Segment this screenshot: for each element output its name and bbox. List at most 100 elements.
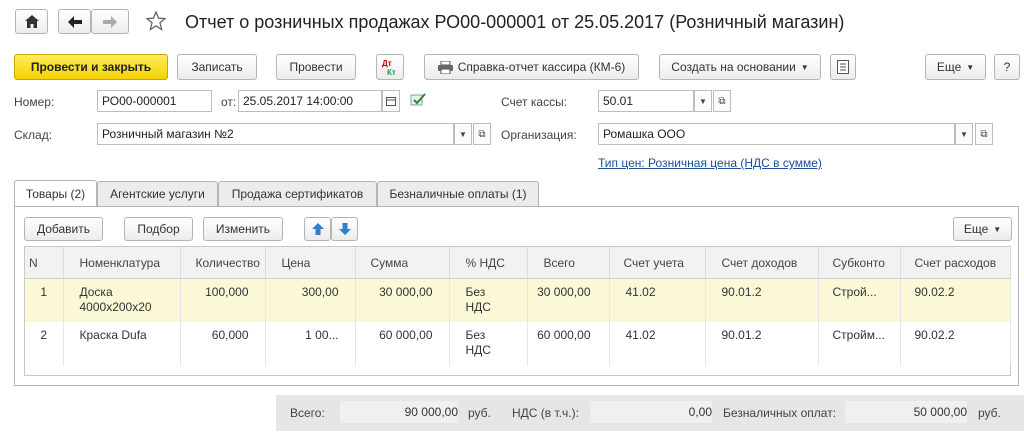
column-header[interactable]: % НДС <box>449 247 528 279</box>
column-header[interactable]: Номенклатура <box>63 247 181 279</box>
warehouse-field[interactable]: Розничный магазин №2 <box>97 123 454 145</box>
dt-kt-icon: Дт Кт <box>382 59 396 76</box>
column-header[interactable]: Количество <box>180 247 266 279</box>
total-value: 90 000,00 <box>340 401 458 423</box>
organization-field[interactable]: Ромашка ООО <box>598 123 955 145</box>
help-button[interactable]: ? <box>994 54 1020 80</box>
cash-account-open-button[interactable]: ⧉ <box>713 90 731 112</box>
tab-noncash-payments[interactable]: Безналичные оплаты (1) <box>377 181 539 206</box>
noncash-label: Безналичных оплат: <box>723 406 837 420</box>
column-header[interactable]: Счет расходов <box>900 247 1011 279</box>
table-row[interactable]: 2 Краска Dufa 60,000 1 00... 60 000,00 Б… <box>25 321 1011 366</box>
cell-price: 300,00 <box>265 278 356 322</box>
table-row[interactable]: 1 Доска 4000х200х20 100,000 300,00 30 00… <box>25 278 1011 322</box>
warehouse-dropdown[interactable]: ▼ <box>454 123 472 145</box>
more-button[interactable]: Еще ▼ <box>925 54 986 80</box>
table-more-label: Еще <box>963 222 989 236</box>
cell-income-account: 90.01.2 <box>705 321 819 366</box>
item-name-line: 4000х200х20 <box>79 300 152 314</box>
document-button[interactable] <box>830 54 856 80</box>
cell-n: 2 <box>25 321 64 366</box>
column-header[interactable]: Счет доходов <box>705 247 819 279</box>
price-type-link[interactable]: Тип цен: Розничная цена (НДС в сумме) <box>598 156 822 170</box>
move-down-button[interactable] <box>331 217 358 241</box>
pick-button[interactable]: Подбор <box>124 217 193 241</box>
back-button[interactable] <box>58 9 91 34</box>
column-header[interactable]: Сумма <box>355 247 450 279</box>
vat-line: Без <box>465 327 486 342</box>
dropdown-arrow-icon: ▼ <box>459 129 467 139</box>
save-button[interactable]: Записать <box>177 54 257 80</box>
post-button[interactable]: Провести <box>276 54 356 80</box>
cell-subconto: Строй... <box>818 278 901 322</box>
add-button[interactable]: Добавить <box>24 217 103 241</box>
column-header[interactable]: Цена <box>265 247 356 279</box>
vat-label: НДС (в т.ч.): <box>512 406 579 420</box>
table-more-button[interactable]: Еще ▼ <box>953 217 1012 241</box>
tab-agent-services[interactable]: Агентские услуги <box>97 181 218 206</box>
cell-expense-account: 90.02.2 <box>900 278 1011 322</box>
organization-label: Организация: <box>501 128 577 142</box>
cell-subconto: Стройм... <box>818 321 901 366</box>
item-name-line: Краска Dufa <box>79 327 147 342</box>
warehouse-open-button[interactable]: ⧉ <box>473 123 491 145</box>
cell-item: Доска 4000х200х20 <box>63 278 181 322</box>
cell-sum: 60 000,00 <box>355 321 450 366</box>
home-icon <box>24 15 39 28</box>
cell-qty: 100,000 <box>180 278 266 322</box>
cell-account: 41.02 <box>609 321 706 366</box>
cell-sum: 30 000,00 <box>355 278 450 322</box>
tab-certificate-sales[interactable]: Продажа сертификатов <box>218 181 377 206</box>
svg-text:Дт: Дт <box>382 59 392 68</box>
cell-income-account: 90.01.2 <box>705 278 819 322</box>
open-icon: ⧉ <box>980 128 988 140</box>
cash-account-dropdown[interactable]: ▼ <box>694 90 712 112</box>
move-up-button[interactable] <box>304 217 331 241</box>
open-icon: ⧉ <box>718 95 726 107</box>
table-header-row: N Номенклатура Количество Цена Сумма % Н… <box>25 247 1011 279</box>
column-header[interactable]: Всего <box>527 247 610 279</box>
organization-dropdown[interactable]: ▼ <box>955 123 973 145</box>
svg-text:Кт: Кт <box>387 68 396 76</box>
cash-account-field[interactable]: 50.01 <box>598 90 694 112</box>
create-based-on-button[interactable]: Создать на основании ▼ <box>659 54 821 80</box>
date-label: от: <box>221 95 237 109</box>
cell-price: 1 00... <box>265 321 356 366</box>
arrow-left-icon <box>67 15 82 28</box>
more-label: Еще <box>936 60 962 74</box>
vat-line: НДС <box>465 300 491 314</box>
star-icon <box>145 10 167 31</box>
total-label: Всего: <box>290 406 325 420</box>
km6-report-button[interactable]: Справка-отчет кассира (КМ-6) <box>424 54 639 80</box>
open-icon: ⧉ <box>478 128 486 140</box>
check-icon <box>410 93 426 110</box>
tab-goods[interactable]: Товары (2) <box>14 180 97 207</box>
calendar-button[interactable] <box>382 90 400 112</box>
organization-open-button[interactable]: ⧉ <box>975 123 993 145</box>
forward-button[interactable] <box>91 9 129 34</box>
column-header[interactable]: Субконто <box>818 247 901 279</box>
cell-expense-account: 90.02.2 <box>900 321 1011 366</box>
create-based-on-label: Создать на основании <box>671 60 796 74</box>
favorite-star-button[interactable] <box>145 10 168 33</box>
arrow-right-icon <box>103 15 117 28</box>
date-field[interactable]: 25.05.2017 14:00:00 <box>238 90 382 112</box>
dropdown-arrow-icon: ▼ <box>966 62 975 72</box>
km6-label: Справка-отчет кассира (КМ-6) <box>457 60 626 74</box>
noncash-value: 50 000,00 <box>845 401 967 423</box>
column-header[interactable]: N <box>25 247 64 279</box>
arrow-down-icon <box>338 223 351 235</box>
dt-kt-button[interactable]: Дт Кт <box>376 54 404 80</box>
vat-line: НДС <box>465 342 491 357</box>
home-button[interactable] <box>15 9 48 34</box>
dropdown-arrow-icon: ▼ <box>960 129 968 139</box>
arrow-up-icon <box>311 223 324 235</box>
number-field[interactable]: РО00-000001 <box>97 90 212 112</box>
column-header[interactable]: Счет учета <box>609 247 706 279</box>
cell-vat: Без НДС <box>449 278 528 322</box>
vat-line: Без <box>465 285 486 299</box>
change-button[interactable]: Изменить <box>203 217 283 241</box>
post-and-close-button[interactable]: Провести и закрыть <box>14 54 168 80</box>
noncash-currency: руб. <box>978 406 1001 420</box>
document-icon <box>837 60 849 74</box>
